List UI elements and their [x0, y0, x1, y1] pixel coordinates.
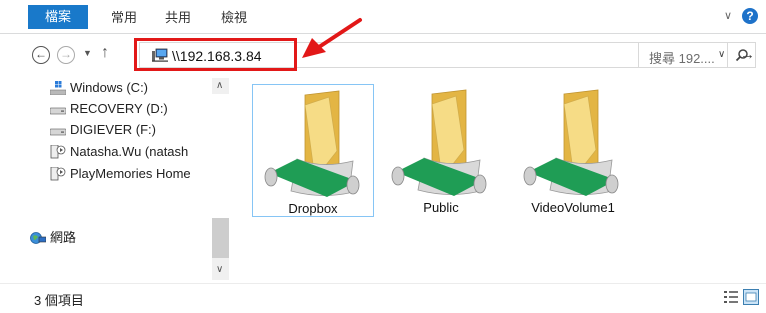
- nav-item-natasha-wu[interactable]: Natasha.Wu (natash: [50, 142, 228, 162]
- status-bar: 3 個項目: [0, 283, 766, 313]
- content-pane: Dropbox Public VideoVolume1: [230, 78, 766, 280]
- windows-drive-icon: [50, 81, 66, 95]
- nav-item-label: 網路: [50, 230, 77, 245]
- folder-label: VideoVolume1: [531, 200, 615, 215]
- drive-icon: [50, 107, 66, 115]
- nav-item-label: Natasha.Wu (natash: [70, 144, 189, 159]
- folder-label: Dropbox: [288, 201, 338, 216]
- nav-item-windows-c[interactable]: Windows (C:): [50, 78, 228, 98]
- folder-label: Public: [423, 200, 459, 215]
- item-count: 3 個項目: [34, 293, 84, 308]
- nav-item-recovery-d[interactable]: RECOVERY (D:): [50, 99, 228, 119]
- shared-folder-icon: [391, 89, 487, 196]
- media-server-icon: [50, 167, 66, 181]
- scroll-up-arrow-icon[interactable]: ∧: [216, 80, 223, 91]
- folder-item[interactable]: Dropbox: [252, 84, 374, 217]
- nav-item-label: Windows (C:): [70, 80, 149, 95]
- navigation-pane: Windows (C:) RECOVERY (D:) DIGIEVER (F:)…: [30, 78, 230, 280]
- media-server-icon: [50, 145, 66, 159]
- nav-item-playmemories[interactable]: PlayMemories Home: [50, 164, 228, 184]
- details-view-icon[interactable]: [723, 289, 739, 305]
- nav-item-label: DIGIEVER (F:): [70, 122, 156, 137]
- nav-item-label: RECOVERY (D:): [70, 101, 168, 116]
- scrollbar-thumb[interactable]: [212, 218, 229, 258]
- nav-pane-scrollbar[interactable]: ∧ ∨: [212, 78, 229, 280]
- large-icons-view-icon[interactable]: [743, 289, 759, 305]
- scrollbar-track: [212, 94, 229, 218]
- drive-icon: [50, 128, 66, 136]
- network-icon: [30, 232, 46, 244]
- nav-item-network[interactable]: 網路: [30, 228, 208, 248]
- nav-item-label: PlayMemories Home: [70, 166, 191, 181]
- scroll-down-arrow-icon[interactable]: ∨: [216, 264, 223, 275]
- nav-item-digiever-f[interactable]: DIGIEVER (F:): [50, 120, 228, 140]
- folder-item[interactable]: Public: [380, 84, 502, 217]
- folder-item[interactable]: VideoVolume1: [512, 84, 634, 217]
- shared-folder-icon: [264, 90, 360, 197]
- shared-folder-icon: [523, 89, 619, 196]
